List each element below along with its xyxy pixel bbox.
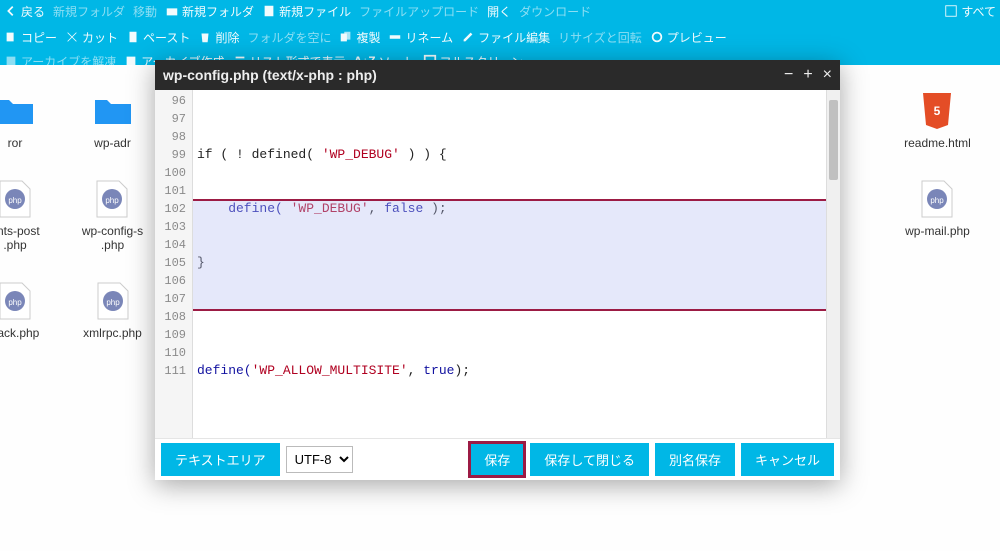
minimize-icon[interactable]: − (784, 66, 793, 84)
folder-icon-item[interactable]: ror (0, 90, 35, 150)
select-all-button[interactable]: すべて (944, 3, 996, 20)
paste-button[interactable]: ペースト (126, 29, 190, 46)
new-folder2-button[interactable]: 新規フォルダ (165, 3, 254, 20)
open-button[interactable]: 開く (487, 3, 511, 20)
editor-titlebar[interactable]: wp-config.php (text/x-php : php) − + × (155, 60, 840, 90)
svg-text:php: php (106, 298, 120, 307)
php-file-item[interactable]: php xmlrpc.php (83, 280, 142, 340)
editor-title: wp-config.php (text/x-php : php) (163, 67, 377, 83)
maximize-icon[interactable]: + (803, 66, 812, 84)
file-label: readme.html (904, 136, 971, 150)
duplicate-button[interactable]: 複製 (339, 29, 380, 46)
svg-text:php: php (8, 196, 22, 205)
code-content[interactable]: if ( ! defined( 'WP_DEBUG' ) ) { define(… (193, 90, 826, 438)
file-upload-button[interactable]: ファイルアップロード (359, 3, 479, 20)
scrollbar-thumb[interactable] (829, 100, 838, 180)
new-file-button[interactable]: 新規ファイル (262, 3, 351, 20)
cancel-button[interactable]: キャンセル (741, 443, 834, 476)
php-file-item[interactable]: php wp-config-s .php (82, 178, 143, 252)
close-icon[interactable]: × (823, 66, 832, 84)
empty-folder-button[interactable]: フォルダを空に (247, 29, 331, 46)
php-file-item[interactable]: php back.php (0, 280, 39, 340)
cut-button[interactable]: カット (65, 29, 118, 46)
line-gutter: 9697989910010110210310410510610710810911… (155, 90, 193, 438)
file-label: xmlrpc.php (83, 326, 142, 340)
copy-button[interactable]: コピー (4, 29, 57, 46)
php-icon: php (0, 280, 35, 322)
php-icon: php (92, 178, 132, 220)
file-manager-toolbar: 戻る 新規フォルダ 移動 新規フォルダ 新規ファイル ファイルアップロード 開く… (0, 0, 1000, 65)
folder-icon (0, 90, 35, 132)
file-label: wp-config-s .php (82, 224, 143, 252)
new-folder-button[interactable]: 新規フォルダ (53, 3, 125, 20)
svg-text:php: php (8, 298, 22, 307)
svg-text:php: php (931, 196, 945, 205)
save-as-button[interactable]: 別名保存 (655, 443, 735, 476)
folder-icon-item[interactable]: wp-adr (93, 90, 133, 150)
svg-text:5: 5 (934, 104, 941, 118)
editor-footer: テキストエリア UTF-8 保存 保存して閉じる 別名保存 キャンセル (155, 438, 840, 480)
save-button[interactable]: 保存 (470, 443, 524, 476)
preview-button[interactable]: プレビュー (650, 29, 727, 46)
encoding-select[interactable]: UTF-8 (286, 446, 353, 473)
file-label: back.php (0, 326, 39, 340)
php-icon: php (917, 178, 957, 220)
html-file-item[interactable]: 5 readme.html (904, 90, 971, 150)
editor-window: wp-config.php (text/x-php : php) − + × 9… (155, 60, 840, 480)
folder-icon (93, 90, 133, 132)
file-label: ror (8, 136, 23, 150)
code-area[interactable]: 9697989910010110210310410510610710810911… (155, 90, 840, 438)
file-label: ents-post .php (0, 224, 40, 252)
save-close-button[interactable]: 保存して閉じる (530, 443, 649, 476)
rename-button[interactable]: リネーム (388, 29, 453, 46)
resize-rotate-button[interactable]: リサイズと回転 (558, 29, 642, 46)
move-button[interactable]: 移動 (133, 3, 157, 20)
php-icon: php (93, 280, 133, 322)
vertical-scrollbar[interactable] (826, 90, 840, 438)
download-button[interactable]: ダウンロード (519, 3, 591, 20)
file-edit-button[interactable]: ファイル編集 (461, 29, 550, 46)
file-label: wp-adr (94, 136, 131, 150)
html-icon: 5 (917, 90, 957, 132)
delete-button[interactable]: 削除 (198, 29, 239, 46)
php-file-item[interactable]: php wp-mail.php (905, 178, 970, 238)
textarea-button[interactable]: テキストエリア (161, 443, 280, 476)
svg-text:php: php (106, 196, 120, 205)
php-icon: php (0, 178, 35, 220)
back-button[interactable]: 戻る (4, 3, 45, 20)
file-label: wp-mail.php (905, 224, 970, 238)
php-file-item[interactable]: php ents-post .php (0, 178, 40, 252)
